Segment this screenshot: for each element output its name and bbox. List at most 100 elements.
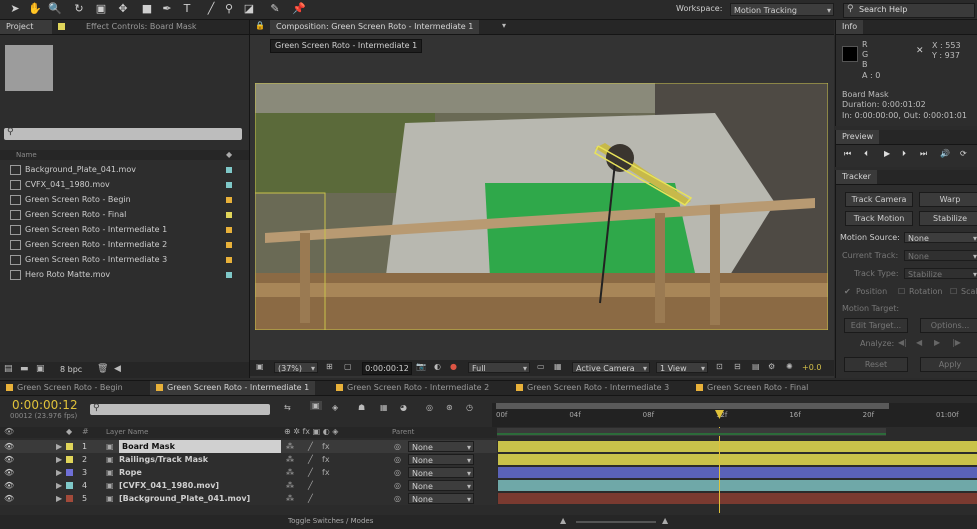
layer-name[interactable]: Board Mask — [119, 440, 281, 453]
roto-brush-tool-icon[interactable]: ✎ — [268, 2, 282, 16]
position-checkbox[interactable]: ✔ — [844, 287, 851, 296]
quality-switch-icon[interactable]: ╱ — [308, 492, 313, 505]
layer-duration-bar[interactable] — [498, 480, 977, 491]
visibility-eye-icon[interactable]: 👁 — [4, 492, 14, 505]
expand-triangle-icon[interactable]: ▶ — [56, 466, 62, 479]
current-time-display[interactable]: 0:00:00:12 — [12, 398, 78, 412]
layer-duration-bar[interactable] — [498, 467, 977, 478]
visibility-eye-icon[interactable]: 👁 — [4, 466, 14, 479]
tab-project[interactable]: Project — [0, 20, 52, 34]
layer-row[interactable]: 👁 ▶ 2 ▣ Railings/Track Mask ⁂ ╱ fx ◎ None — [0, 453, 497, 466]
project-search-field[interactable]: ⚲ — [4, 127, 242, 140]
expand-triangle-icon[interactable]: ▶ — [56, 453, 62, 466]
project-item[interactable]: Green Screen Roto - Intermediate 3 — [10, 253, 236, 267]
parent-pickwhip-icon[interactable]: ◎ — [394, 492, 401, 505]
viewer-timecode[interactable]: 0:00:00:12 — [362, 362, 412, 375]
timeline-tab[interactable]: Green Screen Roto - Intermediate 1 — [150, 381, 316, 395]
composition-menu-icon[interactable]: ▾ — [502, 21, 506, 30]
first-frame-icon[interactable]: ⏮ — [844, 149, 851, 159]
rotation-checkbox[interactable]: ☐ — [898, 287, 905, 296]
quality-switch-icon[interactable]: ╱ — [308, 453, 313, 466]
toggle-switches-modes[interactable]: Toggle Switches / Modes — [288, 517, 373, 525]
layer-name[interactable]: [Background_Plate_041.mov] — [119, 492, 250, 505]
eraser-tool-icon[interactable]: ◪ — [242, 2, 256, 16]
analyze-next-icon[interactable]: |▶ — [952, 338, 961, 347]
frame-blending-icon[interactable]: ▦ — [380, 403, 388, 412]
work-area-bar[interactable] — [496, 403, 889, 409]
tab-tracker[interactable]: Tracker — [836, 170, 877, 184]
shy-switch-icon[interactable]: ⁂ — [286, 453, 294, 466]
new-folder-icon[interactable]: ▬ — [20, 364, 29, 374]
parent-pickwhip-icon[interactable]: ◎ — [394, 440, 401, 453]
layer-duration-bar[interactable] — [498, 454, 977, 465]
parent-dropdown[interactable]: None — [408, 480, 474, 492]
pixel-aspect-icon[interactable]: ⊡ — [716, 362, 723, 371]
quality-switch-icon[interactable]: ╱ — [308, 479, 313, 492]
clone-stamp-tool-icon[interactable]: ⚲ — [222, 2, 236, 16]
layer-label-color[interactable] — [66, 469, 73, 476]
effects-switch-icon[interactable]: fx — [322, 466, 330, 479]
layer-duration-bar[interactable] — [498, 493, 977, 504]
exposure-value[interactable]: +0.0 — [802, 363, 821, 372]
layer-row[interactable]: 👁 ▶ 1 ▣ Board Mask ⁂ ╱ fx ◎ None — [0, 440, 497, 453]
graph-editor-icon[interactable]: ◎ — [426, 403, 433, 412]
preview-toggle-icon[interactable]: ▣ — [256, 362, 264, 371]
color-channel-icon[interactable]: ● — [450, 362, 457, 371]
hand-tool-icon[interactable]: ✋ — [28, 2, 42, 16]
mask-visibility-icon[interactable]: ▢ — [344, 362, 352, 371]
apply-button[interactable]: Apply — [920, 357, 977, 372]
expand-triangle-icon[interactable]: ▶ — [56, 479, 62, 492]
motion-blur-icon[interactable]: ◕ — [400, 403, 407, 412]
parent-dropdown[interactable]: None — [408, 493, 474, 505]
shy-switch-icon[interactable]: ⁂ — [286, 440, 294, 453]
puppet-pin-tool-icon[interactable]: 📌 — [292, 2, 306, 16]
analyze-forward-icon[interactable]: ▶ — [934, 338, 940, 347]
live-update-icon[interactable]: ▣ — [310, 401, 322, 410]
layer-label-color[interactable] — [66, 482, 73, 489]
camera-tool-icon[interactable]: ▣ — [94, 2, 108, 16]
show-channel-icon[interactable]: ◐ — [434, 362, 441, 371]
shy-switch-icon[interactable]: ⁂ — [286, 492, 294, 505]
project-item[interactable]: Green Screen Roto - Intermediate 2 — [10, 238, 236, 252]
hide-shy-layers-icon[interactable]: ☗ — [358, 403, 365, 412]
parent-pickwhip-icon[interactable]: ◎ — [394, 453, 401, 466]
layer-row[interactable]: 👁 ▶ 4 ▣ [CVFX_041_1980.mov] ⁂ ╱ ◎ None — [0, 479, 497, 492]
composition-breadcrumb[interactable]: Green Screen Roto - Intermediate 1 — [270, 39, 423, 53]
draft-3d-icon[interactable]: ◈ — [332, 403, 338, 412]
brush-tool-icon[interactable]: ╱ — [204, 2, 218, 16]
layer-name[interactable]: Railings/Track Mask — [119, 453, 208, 466]
bpc-label[interactable]: 8 bpc — [60, 365, 82, 374]
snapshot-icon[interactable]: 📷 — [416, 362, 426, 371]
last-frame-icon[interactable]: ⏭ — [920, 149, 927, 159]
stabilize-motion-button[interactable]: Stabilize Motion — [919, 211, 977, 226]
zoom-in-icon[interactable]: ▲ — [662, 516, 668, 525]
expand-triangle-icon[interactable]: ▶ — [56, 440, 62, 453]
timeline-tab[interactable]: Green Screen Roto - Final — [690, 381, 814, 395]
current-track-dropdown[interactable]: None — [904, 250, 977, 262]
tab-effect-controls[interactable]: Effect Controls: Board Mask — [80, 20, 203, 34]
zoom-tool-icon[interactable]: 🔍 — [48, 2, 62, 16]
track-camera-button[interactable]: Track Camera — [845, 192, 913, 207]
layer-row[interactable]: 👁 ▶ 5 ▣ [Background_Plate_041.mov] ⁂ ╱ ◎ None — [0, 492, 497, 505]
tab-composition[interactable]: Composition: Green Screen Roto - Interme… — [270, 20, 480, 34]
reset-button[interactable]: Reset — [844, 357, 908, 372]
layer-label-color[interactable] — [66, 443, 73, 450]
type-tool-icon[interactable]: T — [180, 2, 194, 16]
tab-info[interactable]: Info — [836, 20, 864, 34]
options-button[interactable]: Options... — [920, 318, 977, 333]
timeline-search-field[interactable]: ⚲ — [90, 403, 270, 415]
layer-duration-bar[interactable] — [498, 441, 977, 452]
resolution-dropdown[interactable]: Full — [468, 362, 530, 374]
visibility-eye-icon[interactable]: 👁 — [4, 479, 14, 492]
effects-switch-icon[interactable]: fx — [322, 440, 330, 453]
next-frame-icon[interactable]: ⏵ — [902, 149, 906, 159]
parent-pickwhip-icon[interactable]: ◎ — [394, 479, 401, 492]
grid-icon[interactable]: ⊞ — [326, 362, 333, 371]
layer-row[interactable]: 👁 ▶ 3 ▣ Rope ⁂ ╱ fx ◎ None — [0, 466, 497, 479]
parent-dropdown[interactable]: None — [408, 441, 474, 453]
motion-source-dropdown[interactable]: None — [904, 232, 977, 244]
previous-frame-icon[interactable]: ⏴ — [864, 149, 868, 159]
analyze-back-icon[interactable]: ◀| — [898, 338, 907, 347]
audio-icon[interactable]: 🔊 — [940, 149, 950, 158]
pen-tool-icon[interactable]: ✒ — [160, 2, 174, 16]
